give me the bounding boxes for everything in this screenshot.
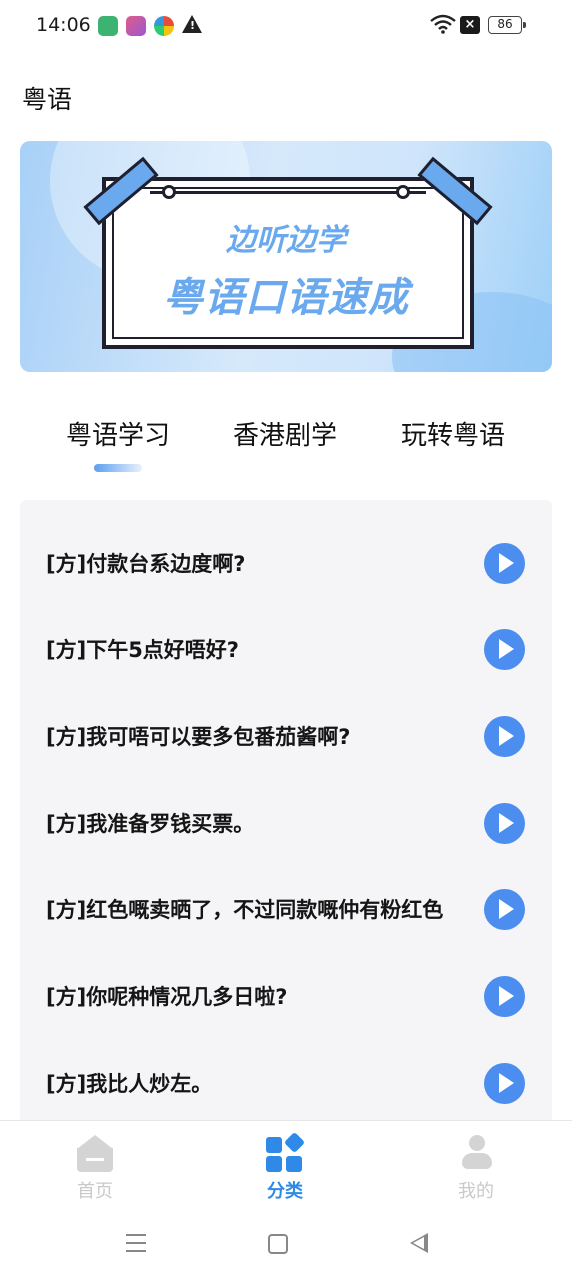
category-icon [266, 1131, 306, 1173]
nav-profile[interactable]: 我的 [416, 1121, 536, 1213]
play-icon[interactable] [484, 629, 525, 670]
play-icon[interactable] [484, 803, 525, 844]
banner[interactable]: 边听边学 粤语口语速成 [20, 141, 552, 372]
status-time: 14:06 [36, 14, 91, 36]
tab-cantonese-learning[interactable]: 粤语学习 [66, 415, 170, 452]
banner-board [102, 177, 474, 349]
list-item[interactable]: [方]我准备罗钱买票。 [20, 770, 552, 856]
app-colorful-icon [154, 16, 174, 36]
menu-icon[interactable] [126, 1234, 146, 1254]
list-item[interactable]: [方]红色嘅卖晒了，不过同款嘅仲有粉红色 [20, 856, 552, 942]
system-nav-bar [0, 1212, 572, 1280]
battery-icon: 86 [488, 16, 526, 34]
nav-home-label: 首页 [77, 1181, 113, 1202]
close-box-icon: × [460, 16, 480, 34]
app-pink-icon [126, 16, 146, 36]
nail-icon [396, 185, 410, 199]
nav-home[interactable]: 首页 [35, 1121, 155, 1213]
banner-rope [150, 191, 426, 194]
phrase-text: [方]红色嘅卖晒了，不过同款嘅仲有粉红色 [46, 898, 444, 922]
play-icon[interactable] [484, 889, 525, 930]
home-square-icon[interactable] [268, 1234, 288, 1254]
nav-category-label: 分类 [267, 1181, 303, 1202]
home-icon [77, 1135, 113, 1172]
active-tab-indicator [94, 464, 142, 472]
play-icon[interactable] [484, 543, 525, 584]
tab-play-cantonese[interactable]: 玩转粤语 [401, 415, 505, 452]
app-green-icon [98, 16, 118, 36]
tab-hk-drama[interactable]: 香港剧学 [233, 415, 337, 452]
phrase-text: [方]我可唔可以要多包番茄酱啊? [46, 725, 351, 749]
bottom-nav: 首页 分类 我的 [0, 1120, 572, 1212]
phrase-text: [方]付款台系边度啊? [46, 552, 246, 576]
profile-icon [462, 1135, 492, 1171]
phrase-text: [方]你呢种情况几多日啦? [46, 985, 288, 1009]
nav-profile-label: 我的 [458, 1181, 494, 1202]
nail-icon [162, 185, 176, 199]
nav-category[interactable]: 分类 [225, 1121, 345, 1213]
wifi-icon [430, 14, 456, 34]
play-icon[interactable] [484, 976, 525, 1017]
phrase-text: [方]下午5点好唔好? [46, 638, 239, 662]
back-icon[interactable] [410, 1233, 428, 1253]
play-icon[interactable] [484, 1063, 525, 1104]
page-title: 粤语 [22, 85, 73, 114]
warning-icon [182, 15, 202, 33]
phrase-text: [方]我比人炒左。 [46, 1072, 213, 1096]
phrase-text: [方]我准备罗钱买票。 [46, 812, 255, 836]
banner-title: 粤语口语速成 [163, 275, 409, 321]
list-item[interactable]: [方]我比人炒左。 [20, 1030, 552, 1116]
list-item[interactable]: [方]你呢种情况几多日啦? [20, 943, 552, 1029]
play-icon[interactable] [484, 716, 525, 757]
list-item[interactable]: [方]下午5点好唔好? [20, 596, 552, 682]
list-item[interactable]: [方]我可唔可以要多包番茄酱啊? [20, 683, 552, 769]
list-item[interactable]: [方]付款台系边度啊? [20, 510, 552, 596]
banner-subtitle: 边听边学 [226, 223, 346, 258]
phrase-list: [方]付款台系边度啊? [方]下午5点好唔好? [方]我可唔可以要多包番茄酱啊?… [20, 500, 552, 1140]
status-bar: 14:06 × 86 [0, 0, 572, 52]
